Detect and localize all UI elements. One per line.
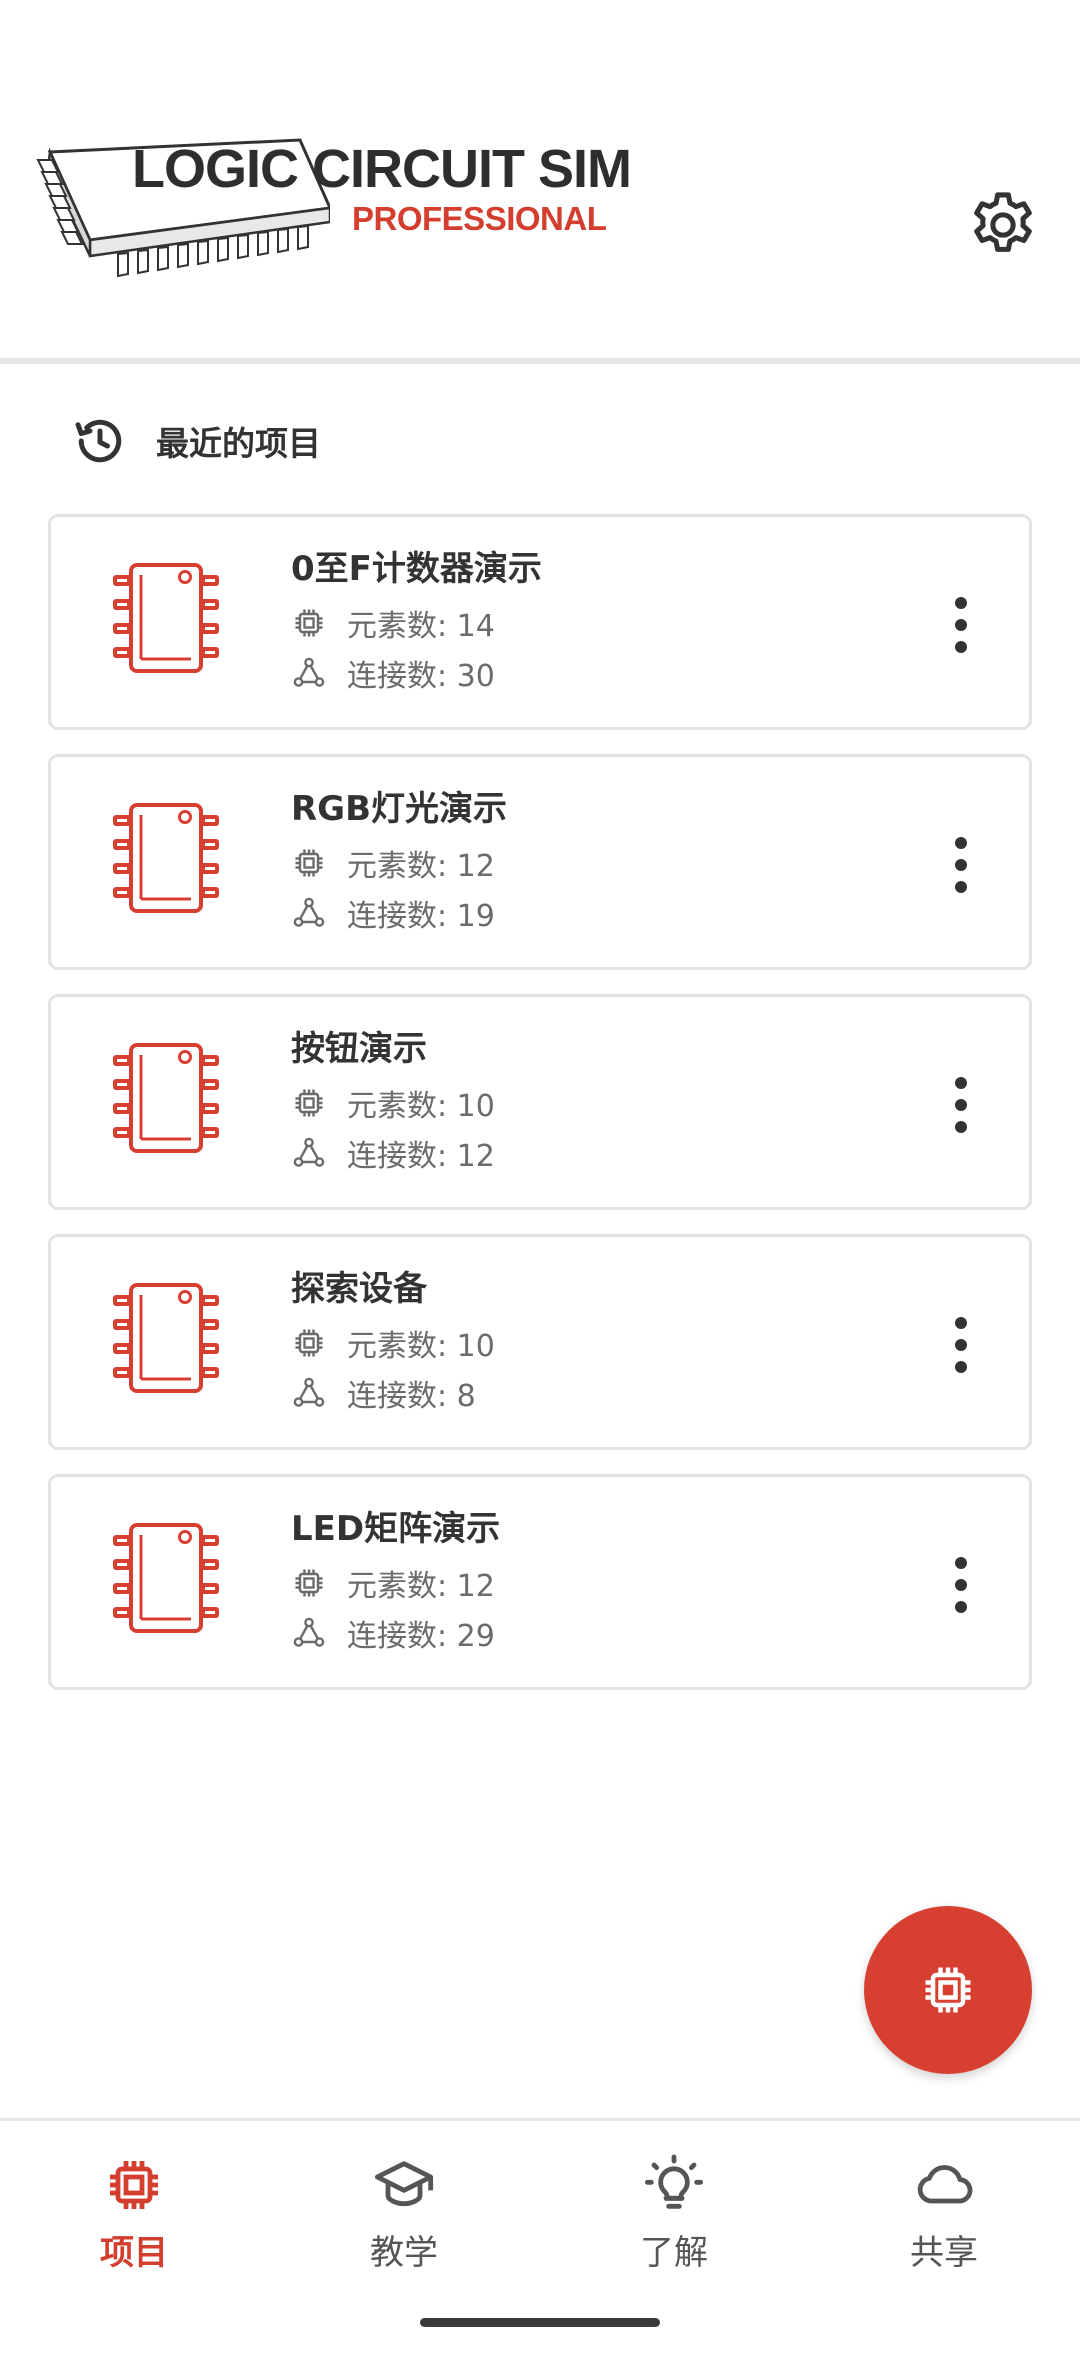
ic-chip-icon	[113, 563, 219, 673]
project-name: 探索设备	[291, 1269, 427, 1309]
chip-icon	[295, 1569, 323, 1597]
new-project-fab[interactable]	[864, 1906, 1032, 2074]
more-vertical-icon	[955, 597, 967, 653]
more-vertical-icon	[955, 1317, 967, 1373]
element-count-text: 元素数: 12	[347, 1569, 495, 1604]
element-count: 元素数: 10	[291, 1321, 495, 1365]
project-card[interactable]: RGB灯光演示 元素数: 12 连接数: 19	[48, 754, 1032, 970]
nav-label: 教学	[370, 2233, 438, 2273]
nav-understand[interactable]: 了解	[574, 2153, 774, 2274]
more-vertical-icon	[955, 837, 967, 893]
logo-subtitle: PROFESSIONAL	[352, 200, 607, 237]
cloud-icon	[917, 2165, 973, 2204]
connection-icon	[293, 897, 325, 927]
connection-count-text: 连接数: 30	[347, 659, 495, 694]
more-options-button[interactable]	[931, 1305, 991, 1385]
nav-projects[interactable]: 项目	[34, 2153, 234, 2274]
connection-icon	[293, 657, 325, 687]
more-vertical-icon	[955, 1077, 967, 1133]
connection-count: 连接数: 30	[291, 651, 495, 695]
settings-button[interactable]	[960, 182, 1046, 268]
project-card[interactable]: LED矩阵演示 元素数: 12 连接数: 29	[48, 1474, 1032, 1690]
ic-chip-icon	[113, 1283, 219, 1393]
connection-count: 连接数: 12	[291, 1131, 495, 1175]
app-header: LOGIC CIRCUIT SIM PROFESSIONAL	[0, 0, 1080, 364]
project-list: 0至F计数器演示 元素数: 14 连接数: 30 RGB灯光演示 元素数: 12…	[48, 514, 1032, 1714]
home-indicator[interactable]	[420, 2318, 660, 2327]
graduation-cap-icon	[374, 2161, 434, 2207]
nav-label: 项目	[100, 2233, 168, 2273]
recent-projects-title: 最近的项目	[156, 424, 321, 463]
element-count-text: 元素数: 10	[347, 1089, 495, 1124]
element-count: 元素数: 14	[291, 601, 495, 645]
lightbulb-icon	[644, 2154, 704, 2209]
element-count-text: 元素数: 10	[347, 1329, 495, 1364]
more-options-button[interactable]	[931, 1545, 991, 1625]
ic-chip-icon	[113, 1043, 219, 1153]
ic-chip-icon	[113, 803, 219, 913]
bottom-navigation: 项目 教学 了解 共享	[0, 2118, 1080, 2367]
more-vertical-icon	[955, 1557, 967, 1613]
connection-count: 连接数: 19	[291, 891, 495, 935]
connection-icon	[293, 1137, 325, 1167]
chip-icon	[295, 1089, 323, 1117]
connection-count-text: 连接数: 29	[347, 1619, 495, 1654]
connection-icon	[293, 1617, 325, 1647]
nav-learn[interactable]: 教学	[304, 2153, 504, 2274]
element-count-text: 元素数: 12	[347, 849, 495, 884]
connection-icon	[293, 1377, 325, 1407]
app-logo: LOGIC CIRCUIT SIM PROFESSIONAL	[30, 130, 650, 310]
nav-label: 了解	[640, 2233, 708, 2273]
connection-count-text: 连接数: 19	[347, 899, 495, 934]
ic-chip-icon	[113, 1523, 219, 1633]
header-divider	[0, 358, 1080, 364]
gear-icon	[974, 192, 1032, 252]
project-name: RGB灯光演示	[291, 789, 508, 829]
chip-icon	[295, 609, 323, 637]
more-options-button[interactable]	[931, 825, 991, 905]
chip-icon	[295, 1329, 323, 1357]
element-count: 元素数: 12	[291, 841, 495, 885]
chip-icon	[110, 2161, 158, 2209]
nav-share[interactable]: 共享	[844, 2153, 1044, 2274]
connection-count: 连接数: 8	[291, 1371, 476, 1415]
more-options-button[interactable]	[931, 585, 991, 665]
project-name: 0至F计数器演示	[291, 549, 542, 589]
chip-icon	[295, 849, 323, 877]
more-options-button[interactable]	[931, 1065, 991, 1145]
element-count: 元素数: 10	[291, 1081, 495, 1125]
project-name: 按钮演示	[291, 1029, 427, 1069]
chip-icon	[925, 1967, 971, 2013]
connection-count-text: 连接数: 8	[347, 1379, 476, 1414]
logo-title: LOGIC CIRCUIT SIM	[132, 139, 632, 199]
nav-label: 共享	[910, 2233, 978, 2273]
element-count: 元素数: 12	[291, 1561, 495, 1605]
project-name: LED矩阵演示	[291, 1509, 501, 1549]
history-icon	[75, 419, 122, 463]
connection-count: 连接数: 29	[291, 1611, 495, 1655]
recent-projects-heading: 最近的项目	[70, 408, 321, 474]
connection-count-text: 连接数: 12	[347, 1139, 495, 1174]
project-card[interactable]: 探索设备 元素数: 10 连接数: 8	[48, 1234, 1032, 1450]
project-card[interactable]: 按钮演示 元素数: 10 连接数: 12	[48, 994, 1032, 1210]
element-count-text: 元素数: 14	[347, 609, 495, 644]
project-card[interactable]: 0至F计数器演示 元素数: 14 连接数: 30	[48, 514, 1032, 730]
